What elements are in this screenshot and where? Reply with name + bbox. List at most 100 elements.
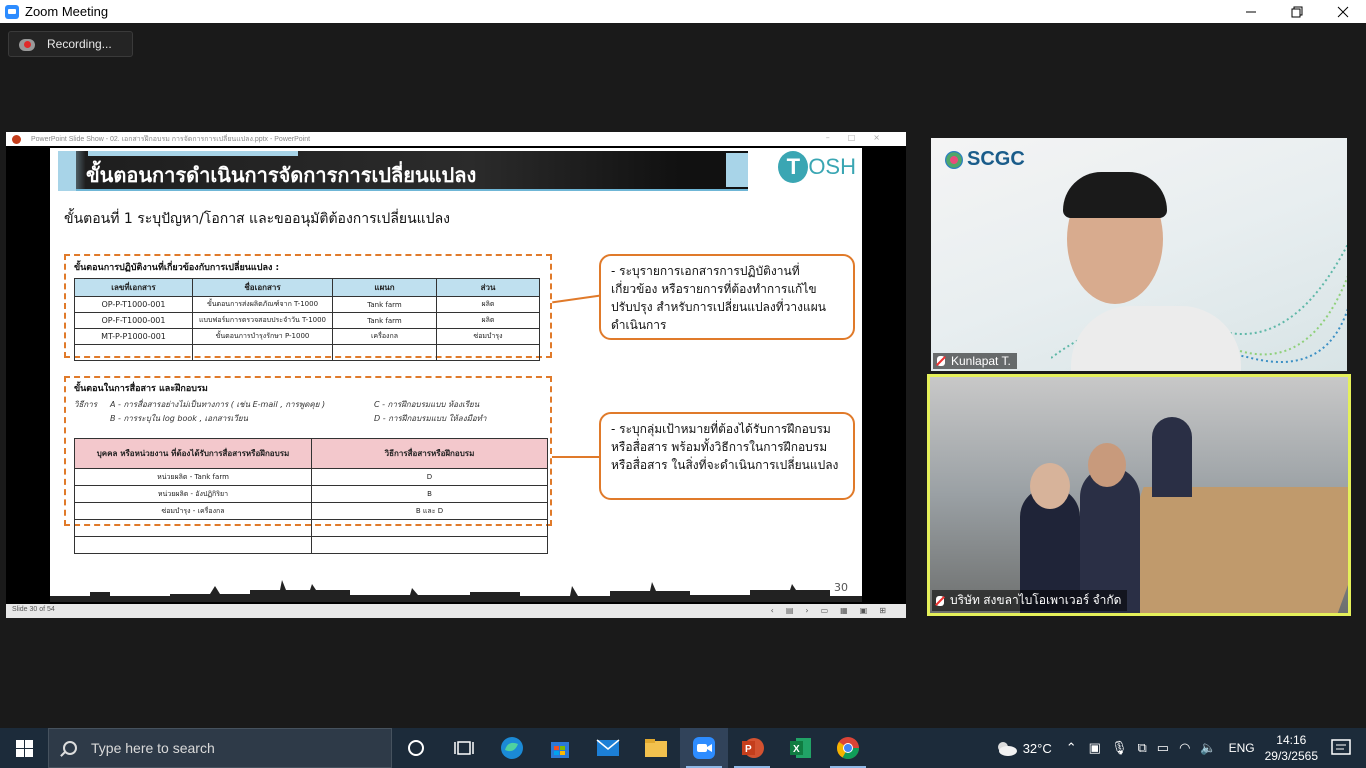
store-icon — [551, 742, 569, 758]
recording-indicator[interactable]: Recording... — [8, 31, 133, 57]
edge-icon — [501, 737, 523, 759]
taskbar-search[interactable]: Type here to search — [48, 728, 392, 768]
taskbar-chrome[interactable] — [824, 728, 872, 768]
table1-header: ชื่อเอกสาร — [192, 278, 333, 297]
language-indicator[interactable]: ENG — [1229, 741, 1255, 755]
restore-button[interactable] — [1274, 0, 1320, 23]
chevron-up-icon[interactable]: ⌃ — [1066, 740, 1077, 756]
weather-cloud-icon[interactable] — [995, 740, 1017, 756]
mail-icon — [596, 739, 620, 756]
slide-page-number: 30 — [834, 581, 848, 594]
callout-target-groups: - ระบุกลุ่มเป้าหมายที่ต้องได้รับการฝึกอบ… — [599, 412, 855, 500]
taskbar-excel[interactable]: X — [776, 728, 824, 768]
network-status-icon[interactable]: ⧉ — [1137, 740, 1146, 756]
table1-header: แผนก — [332, 278, 437, 297]
svg-text:P: P — [745, 744, 752, 755]
skyline-footer — [50, 580, 862, 602]
microphone-icon[interactable]: 🎙 — [1111, 740, 1128, 756]
recording-icon — [19, 38, 35, 51]
shared-screen[interactable]: PowerPoint Slide Show - 02. เอกสารฝึกอบร… — [6, 132, 906, 618]
zoom-app-icon — [5, 4, 19, 19]
volume-icon[interactable]: 🔈 — [1200, 740, 1216, 756]
slide-header: ขั้นตอนการดำเนินการจัดการการเปลี่ยนแปลง — [58, 151, 748, 191]
table1-header: ส่วน — [436, 278, 540, 297]
participant-name-1: Kunlapat T. — [933, 353, 1017, 369]
table-row: หน่วยผลิต - Tank farm D — [74, 468, 548, 486]
recording-label: Recording... — [47, 37, 112, 51]
callout2-arrow — [552, 456, 600, 458]
windows-icon — [15, 739, 33, 757]
section2-label: ขั้นตอนในการสื่อสาร และฝึกอบรม — [74, 384, 208, 394]
taskbar-store[interactable] — [536, 728, 584, 768]
excel-icon: X — [790, 738, 811, 758]
svg-text:X: X — [793, 744, 800, 755]
slideshow-nav-controls[interactable]: ‹▤›▭▦▣⊞ — [771, 606, 898, 615]
participant-video-1[interactable]: SCGC Kunlapat T. — [931, 138, 1347, 371]
slide-counter: Slide 30 of 54 — [12, 606, 55, 613]
callout1-arrow — [552, 294, 600, 304]
slide-subtitle: ขั้นตอนที่ 1 ระบุปัญหา/โอกาส และขออนุมัต… — [64, 211, 450, 227]
restore-icon — [1291, 6, 1303, 17]
close-button[interactable] — [1320, 0, 1366, 23]
minimize-button[interactable] — [1228, 0, 1274, 23]
zoom-titlebar: Zoom Meeting — [0, 0, 1366, 23]
ppt-window-controls: –□× — [825, 133, 898, 142]
ppt-titlebar: PowerPoint Slide Show - 02. เอกสารฝึกอบร… — [6, 132, 906, 146]
scgc-logo: SCGC — [945, 148, 1025, 171]
clock-time: 14:16 — [1276, 733, 1307, 747]
taskbar-powerpoint[interactable]: P — [728, 728, 776, 768]
start-button[interactable] — [0, 728, 48, 768]
muted-mic-icon — [937, 356, 945, 366]
clock-date: 29/3/2565 — [1264, 749, 1318, 763]
slide: ขั้นตอนการดำเนินการจัดการการเปลี่ยนแปลง … — [50, 148, 862, 602]
table-row: OP-P-T1000-001 ขั้นตอนการส่งผลิตภัณฑ์จาก… — [74, 296, 540, 313]
table1-header: เลขที่เอกสาร — [74, 278, 193, 297]
battery-icon[interactable]: ▭ — [1157, 740, 1169, 756]
windows-taskbar: Type here to search P X 32°C ⌃ ▣ 🎙 ⧉ ▭ ◠… — [0, 728, 1366, 768]
table-row — [74, 536, 548, 554]
table-row: หน่วยผลิต - อังปฏิกิริยา B — [74, 485, 548, 503]
system-tray: 32°C ⌃ ▣ 🎙 ⧉ ▭ ◠ 🔈 ENG 14:16 29/3/2565 — [995, 728, 1366, 768]
table-row: MT-P-P1000-001 ขั้นตอนการบำรุงรักษา P-10… — [74, 328, 540, 345]
meet-now-icon[interactable]: ▣ — [1089, 740, 1101, 756]
methods-legend: วิธีการ A - การสื่อสารอย่างไม่เป็นทางการ … — [74, 400, 487, 423]
logo-text: OSH — [808, 154, 856, 179]
documents-table: เลขที่เอกสาร ชื่อเอกสาร แผนก ส่วน OP-P-T… — [74, 278, 540, 361]
communication-table: บุคคล หรือหน่วยงาน ที่ต้องได้รับการสื่อส… — [74, 438, 548, 554]
search-icon — [63, 741, 77, 755]
ppt-statusbar: Slide 30 of 54 ‹▤›▭▦▣⊞ — [6, 604, 906, 618]
close-icon — [1337, 6, 1349, 17]
person-c — [1152, 417, 1192, 497]
task-view-icon — [454, 741, 474, 755]
weather-temperature[interactable]: 32°C — [1023, 741, 1052, 756]
zoom-icon — [693, 737, 715, 759]
table2-header: วิธีการสื่อสารหรือฝึกอบรม — [311, 438, 548, 469]
muted-mic-icon — [936, 595, 944, 606]
cortana-icon — [408, 740, 424, 756]
ppt-window-title: PowerPoint Slide Show - 02. เอกสารฝึกอบร… — [31, 135, 311, 143]
taskbar-mail[interactable] — [584, 728, 632, 768]
taskbar-zoom[interactable] — [680, 728, 728, 768]
chrome-icon — [837, 737, 859, 759]
taskbar-edge[interactable] — [488, 728, 536, 768]
task-view-button[interactable] — [440, 728, 488, 768]
person-a-head — [1030, 463, 1070, 509]
participant-video-2[interactable]: บริษัท สงขลาไบโอเพาเวอร์ จำกัด — [927, 374, 1351, 616]
participant-name-2: บริษัท สงขลาไบโอเพาเวอร์ จำกัด — [932, 590, 1128, 611]
table-row — [74, 344, 540, 361]
wifi-icon[interactable]: ◠ — [1179, 740, 1190, 756]
powerpoint-icon: P — [742, 738, 764, 758]
table-row — [74, 519, 548, 537]
taskbar-clock[interactable]: 14:16 29/3/2565 — [1265, 732, 1318, 764]
powerpoint-icon — [12, 134, 21, 144]
table2-header: บุคคล หรือหน่วยงาน ที่ต้องได้รับการสื่อส… — [74, 438, 312, 469]
callout-documents: - ระบุรายการเอกสารการปฏิบัติงานที่เกี่ยว… — [599, 254, 855, 340]
search-placeholder: Type here to search — [91, 740, 215, 756]
window-title: Zoom Meeting — [25, 4, 109, 19]
section1-label: ขั้นตอนการปฏิบัติงานที่เกี่ยวข้องกับการเ… — [74, 263, 280, 273]
notifications-icon[interactable] — [1330, 738, 1352, 758]
taskbar-file-explorer[interactable] — [632, 728, 680, 768]
table-row: OP-F-T1000-001 แบบฟอร์มการตรวจสอบประจำวั… — [74, 312, 540, 329]
cortana-button[interactable] — [392, 728, 440, 768]
person-hair — [1063, 172, 1167, 218]
